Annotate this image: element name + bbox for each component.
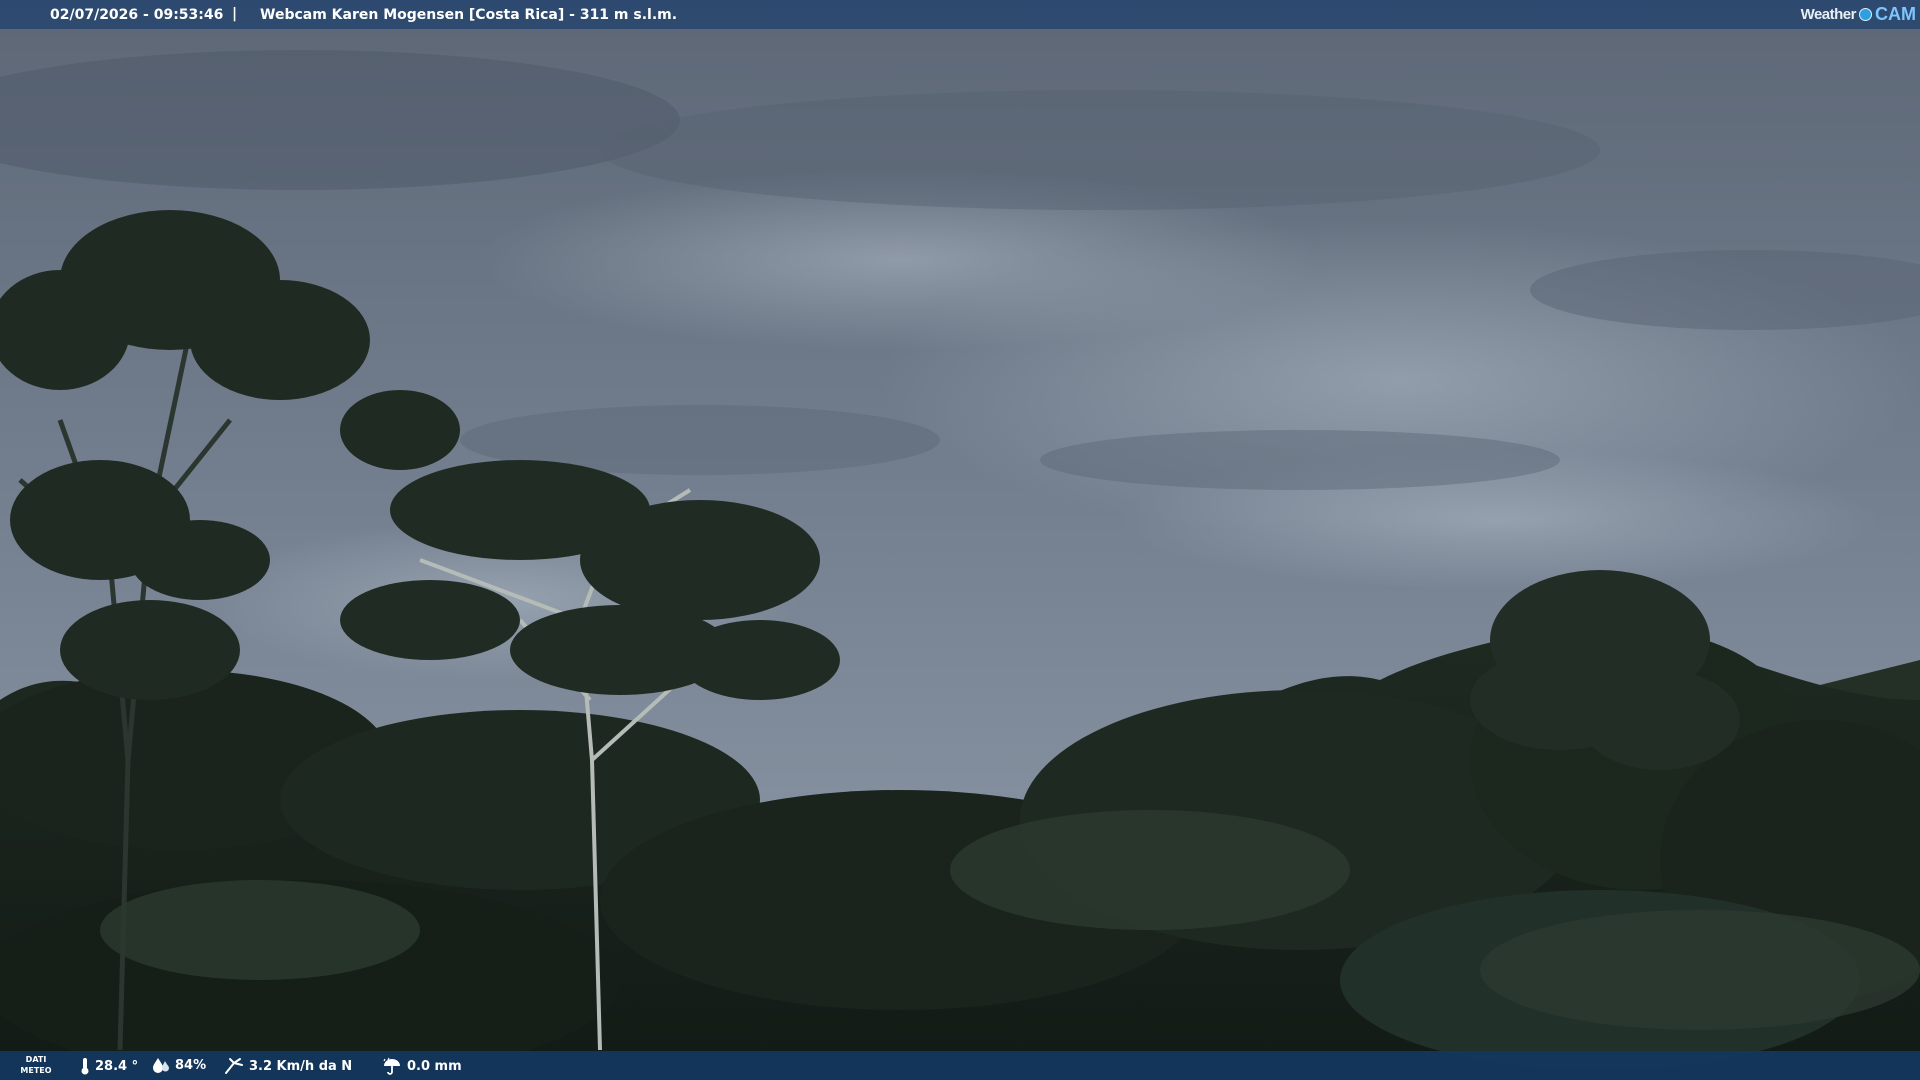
wind-value: 3.2 Km/h da N [249,1058,353,1074]
rain-reading: 0.0 mm [382,1057,462,1075]
meteo-label: DATI METEO [18,1054,54,1076]
weathercam-logo: Weather CAM [1801,3,1916,25]
logo-text-cam: CAM [1875,3,1916,24]
meteo-label-line1: DATI [25,1055,47,1064]
temperature-reading: 28.4 ° [80,1057,138,1075]
temperature-value: 28.4 ° [95,1058,139,1074]
rain-value: 0.0 mm [407,1058,462,1074]
humidity-value: 84% [175,1057,207,1073]
title-separator: | [232,6,238,22]
title-overlay-bar: 02/07/2026 - 09:53:46 | Webcam Karen Mog… [0,0,1920,29]
humidity-reading: 84% [152,1057,206,1073]
webcam-title: Webcam Karen Mogensen [Costa Rica] - 311… [260,7,678,23]
wind-icon [225,1058,243,1074]
humidity-drop-icon [153,1058,169,1073]
thermometer-icon [81,1058,89,1075]
rain-umbrella-icon [383,1057,400,1075]
wind-reading: 3.2 Km/h da N [224,1057,352,1075]
logo-text-weather: Weather [1800,5,1857,23]
capture-timestamp: 02/07/2026 - 09:53:46 [50,7,224,23]
meteo-data-bar: DATI METEO 28.4 ° 84% 3.2 Km/h da N 0.0 … [0,1051,1920,1080]
webcam-image [0,0,1920,1080]
logo-dot-icon [1859,7,1872,21]
meteo-label-line2: METEO [20,1066,52,1075]
